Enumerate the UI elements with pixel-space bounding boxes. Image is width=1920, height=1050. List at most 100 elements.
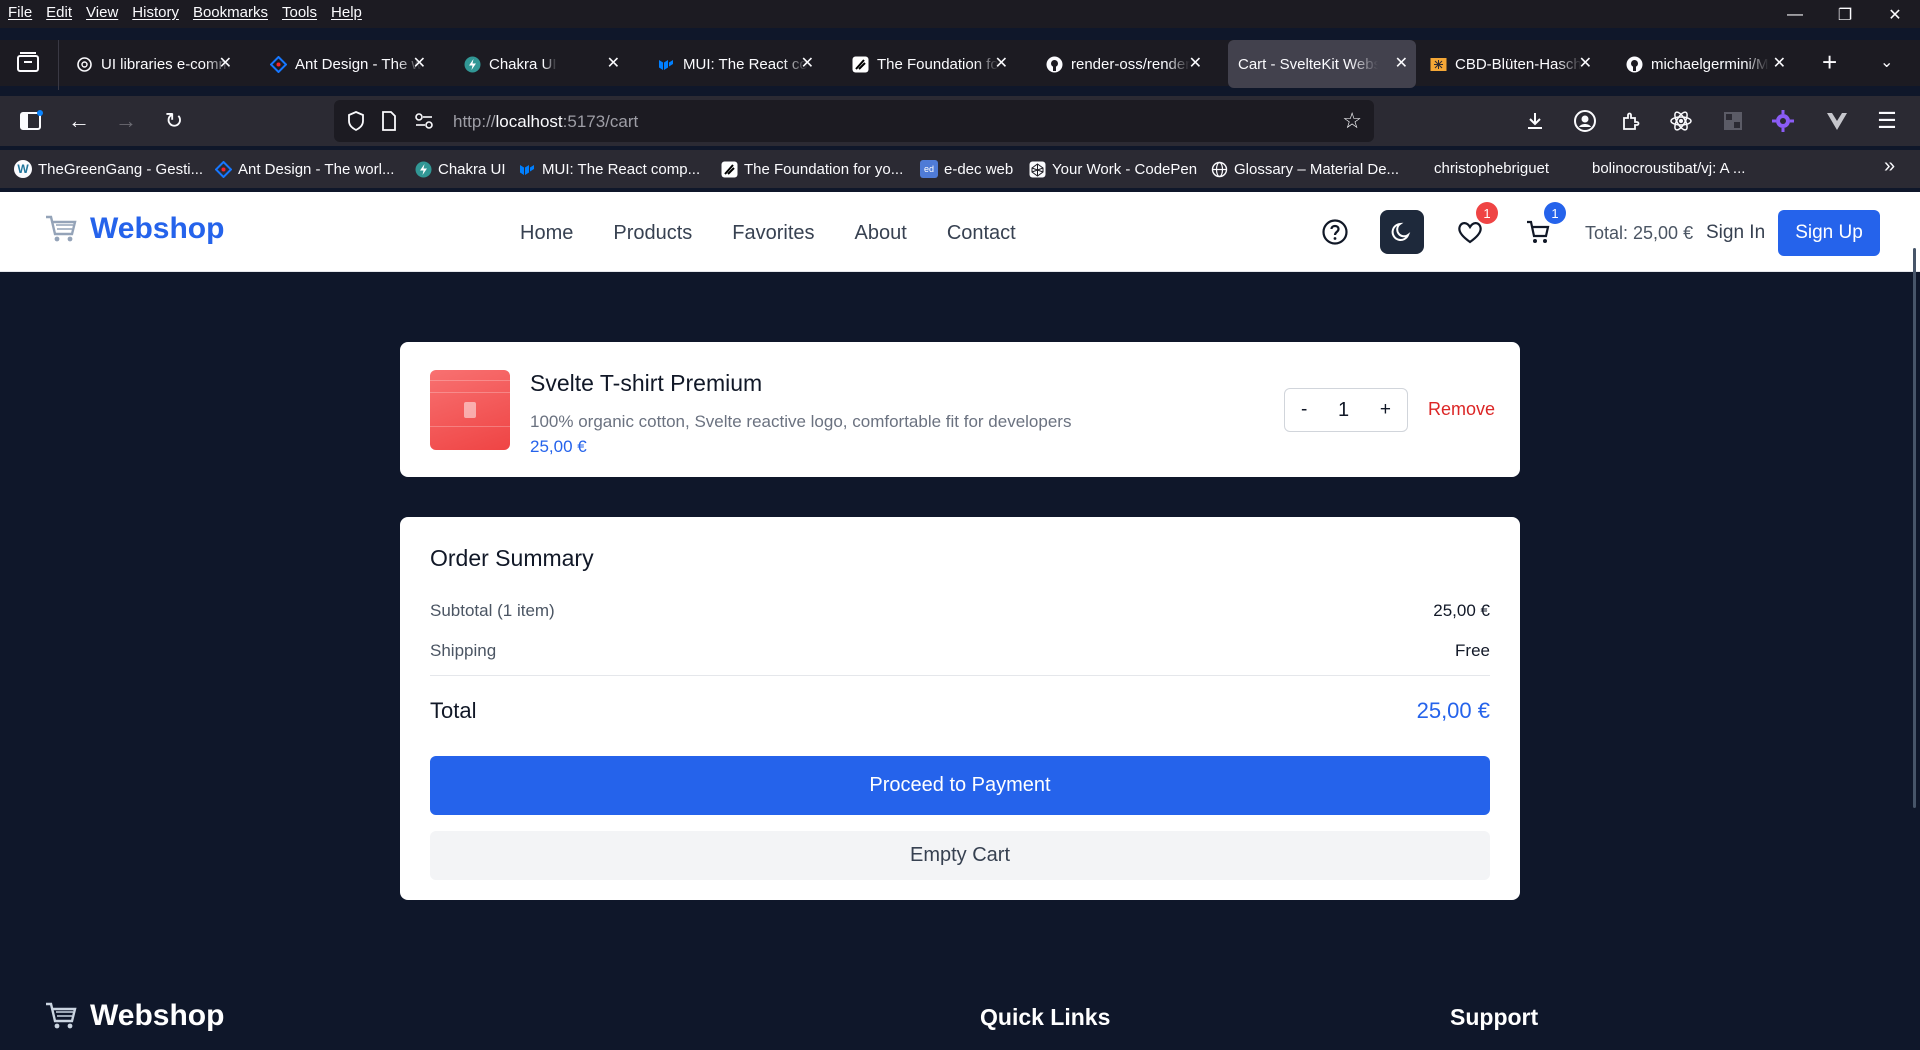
bookmark-item[interactable]: Your Work - CodePen xyxy=(1028,160,1197,178)
nav-about[interactable]: About xyxy=(855,222,907,245)
page-scrollbar[interactable] xyxy=(1913,248,1916,808)
tab-ant-design[interactable]: Ant Design - The w ✕ xyxy=(256,40,434,88)
bookmark-star-icon[interactable]: ☆ xyxy=(1342,108,1362,134)
wordpress-icon: W xyxy=(14,160,32,178)
reload-icon[interactable]: ↻ xyxy=(159,106,189,136)
site-logo[interactable]: Webshop xyxy=(44,212,224,246)
qr-extension-icon[interactable] xyxy=(1718,106,1748,136)
tab-michaelgermini[interactable]: michaelgermini/M ✕ xyxy=(1612,40,1794,88)
total-value: 25,00 € xyxy=(1416,698,1490,723)
bookmark-item[interactable]: christophebriguet xyxy=(1434,160,1549,177)
dark-mode-toggle[interactable] xyxy=(1380,210,1424,254)
nav-home[interactable]: Home xyxy=(520,222,573,245)
bookmark-item[interactable]: Ant Design - The worl... xyxy=(214,160,394,178)
edec-icon: ed xyxy=(920,160,938,178)
tab-cart-active[interactable]: Cart - SvelteKit Websh ✕ xyxy=(1228,40,1416,88)
close-tab-icon[interactable]: ✕ xyxy=(607,53,620,73)
close-tab-icon[interactable]: ✕ xyxy=(1395,53,1408,73)
help-button[interactable] xyxy=(1313,210,1357,254)
account-icon[interactable] xyxy=(1570,106,1600,136)
close-window-button[interactable]: ✕ xyxy=(1870,0,1920,30)
settings-extension-icon[interactable] xyxy=(1768,106,1798,136)
list-tabs-icon[interactable]: ⌄ xyxy=(1880,52,1893,72)
cart-count-badge: 1 xyxy=(1544,202,1566,224)
react-devtools-icon[interactable] xyxy=(1666,106,1696,136)
nav-contact[interactable]: Contact xyxy=(947,222,1016,245)
nav-favorites[interactable]: Favorites xyxy=(732,222,814,245)
close-tab-icon[interactable]: ✕ xyxy=(1773,53,1786,73)
menu-edit[interactable]: Edit xyxy=(46,4,72,21)
restore-button[interactable]: ❐ xyxy=(1820,0,1870,30)
new-tab-button[interactable]: + xyxy=(1822,49,1837,75)
minimize-button[interactable]: — xyxy=(1770,0,1820,30)
tab-render-oss[interactable]: render-oss/render ✕ xyxy=(1032,40,1210,88)
url-text[interactable]: http://localhost:5173/cart xyxy=(453,112,638,132)
app-menu-icon[interactable]: ☰ xyxy=(1872,106,1902,136)
tab-cbd[interactable]: CBD-Blüten-Hasch ✕ xyxy=(1416,40,1600,88)
remove-item-button[interactable]: Remove xyxy=(1428,399,1495,420)
close-tab-icon[interactable]: ✕ xyxy=(995,53,1008,73)
menu-view[interactable]: View xyxy=(86,4,118,21)
tab-separator xyxy=(58,40,59,90)
help-icon xyxy=(1322,219,1348,245)
close-tab-icon[interactable]: ✕ xyxy=(413,53,426,73)
sign-up-button[interactable]: Sign Up xyxy=(1778,210,1880,256)
bookmark-item[interactable]: The Foundation for yo... xyxy=(720,160,903,178)
tab-mui[interactable]: MUI: The React co ✕ xyxy=(644,40,822,88)
more-bookmarks-icon[interactable]: » xyxy=(1884,155,1895,178)
tab-foundation[interactable]: The Foundation fo ✕ xyxy=(838,40,1016,88)
shopping-cart-icon xyxy=(46,1002,77,1029)
chakra-icon xyxy=(464,56,481,73)
tab-overview-icon[interactable] xyxy=(14,50,42,76)
subtotal-label: Subtotal (1 item) xyxy=(430,601,555,620)
forward-icon[interactable]: → xyxy=(111,106,141,136)
shield-icon[interactable] xyxy=(346,110,366,137)
bookmark-item[interactable]: bolinocroustibat/vj: A ... xyxy=(1592,160,1745,177)
close-tab-icon[interactable]: ✕ xyxy=(1579,53,1592,73)
extensions-icon[interactable] xyxy=(1616,106,1646,136)
bookmark-item[interactable]: Chakra UI xyxy=(414,160,506,178)
back-icon[interactable]: ← xyxy=(64,106,94,136)
page-icon[interactable] xyxy=(381,111,397,136)
tab-ui-libraries[interactable]: UI libraries e-comm ✕ xyxy=(62,40,240,88)
sign-in-link[interactable]: Sign In xyxy=(1706,222,1765,244)
sidebar-icon[interactable] xyxy=(16,106,46,136)
menu-tools[interactable]: Tools xyxy=(282,4,317,21)
bookmark-item[interactable]: MUI: The React comp... xyxy=(518,160,700,178)
vue-devtools-icon[interactable] xyxy=(1822,106,1852,136)
product-name[interactable]: Svelte T-shirt Premium xyxy=(530,370,762,397)
favorites-button[interactable]: 1 xyxy=(1448,202,1498,254)
brand-name: Webshop xyxy=(90,212,225,245)
menu-bookmarks[interactable]: Bookmarks xyxy=(193,4,268,21)
quantity-value[interactable]: 1 xyxy=(1338,399,1349,422)
menu-help[interactable]: Help xyxy=(331,4,362,21)
tab-chakra[interactable]: Chakra UI ✕ xyxy=(450,40,628,88)
address-bar[interactable]: http://localhost:5173/cart ☆ xyxy=(334,100,1374,142)
bookmark-item[interactable]: ed e-dec web xyxy=(920,160,1013,178)
downloads-icon[interactable] xyxy=(1520,106,1550,136)
antdesign-icon xyxy=(270,55,287,73)
decrease-quantity-button[interactable]: - xyxy=(1301,399,1307,421)
foundation-icon xyxy=(720,160,738,178)
menu-file[interactable]: File xyxy=(8,4,32,21)
close-tab-icon[interactable]: ✕ xyxy=(801,53,814,73)
empty-cart-button[interactable]: Empty Cart xyxy=(430,831,1490,880)
foundation-icon xyxy=(852,56,869,73)
cart-item-card: Svelte T-shirt Premium 100% organic cott… xyxy=(400,342,1520,477)
nav-products[interactable]: Products xyxy=(613,222,692,245)
close-tab-icon[interactable]: ✕ xyxy=(1189,53,1202,73)
bookmark-item[interactable]: W TheGreenGang - Gesti... xyxy=(14,160,203,178)
openai-icon xyxy=(76,56,93,73)
permissions-icon[interactable] xyxy=(414,112,434,135)
codepen-icon xyxy=(1028,160,1046,178)
footer-logo[interactable]: Webshop xyxy=(44,999,224,1033)
menu-history[interactable]: History xyxy=(132,4,179,21)
cart-button[interactable]: 1 xyxy=(1516,202,1566,254)
proceed-to-payment-button[interactable]: Proceed to Payment xyxy=(430,756,1490,815)
bookmark-item[interactable]: Glossary – Material De... xyxy=(1210,160,1399,178)
heart-icon xyxy=(1458,222,1482,244)
mui-icon xyxy=(658,56,675,73)
increase-quantity-button[interactable]: + xyxy=(1380,399,1391,421)
footer-brand-name: Webshop xyxy=(90,999,225,1032)
close-tab-icon[interactable]: ✕ xyxy=(219,53,232,73)
